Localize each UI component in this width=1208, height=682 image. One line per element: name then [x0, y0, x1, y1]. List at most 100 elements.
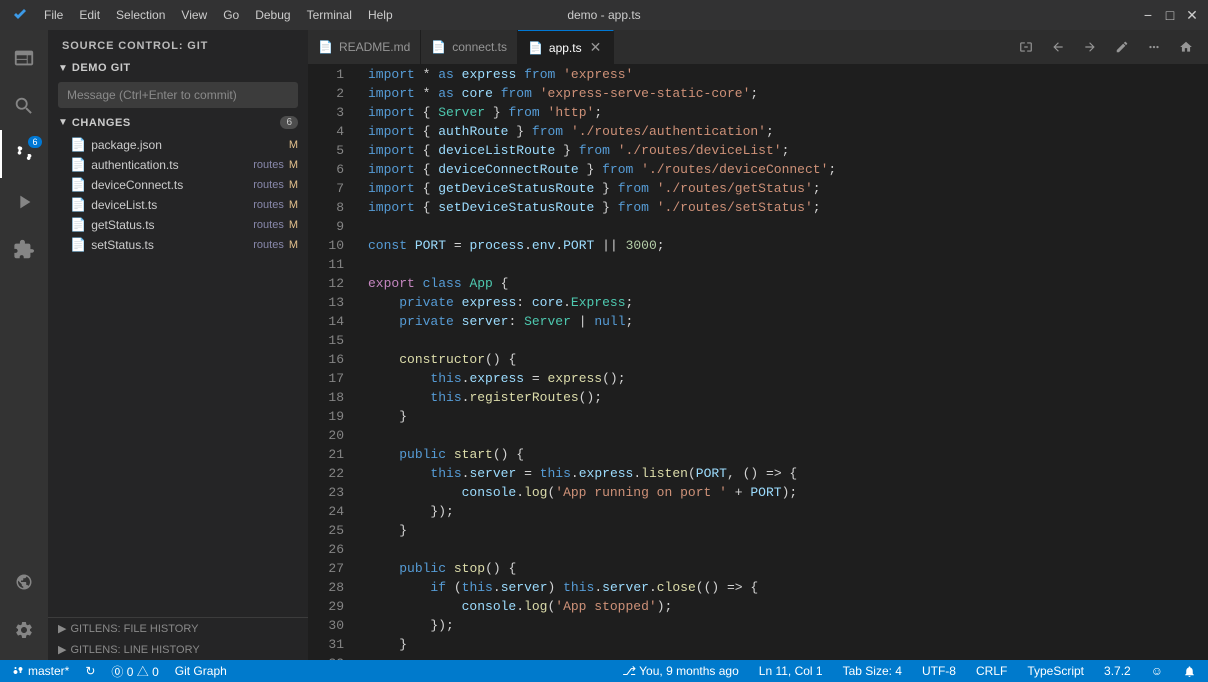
git-info-item[interactable]: ⎇ You, 9 months ago — [618, 660, 743, 682]
status-left: master* ↻ ⓪ 0 △ 0 Git Graph — [8, 660, 231, 682]
encoding-item[interactable]: UTF-8 — [918, 660, 960, 682]
git-branch-item[interactable]: master* — [8, 660, 73, 682]
maximize-button[interactable]: □ — [1164, 9, 1176, 21]
language-version-item[interactable]: 3.7.2 — [1100, 660, 1135, 682]
git-graph-item[interactable]: Git Graph — [171, 660, 231, 682]
open-changes-button[interactable] — [1108, 33, 1136, 61]
go-forward-button[interactable] — [1076, 33, 1104, 61]
gitlens-file-label: GITLENS: FILE HISTORY — [70, 623, 198, 635]
gitlens-line-label: GITLENS: LINE HISTORY — [70, 644, 199, 656]
tab-readme-md[interactable]: 📄 README.md — [308, 30, 421, 65]
line-ending-text: CRLF — [976, 664, 1007, 678]
tab-app-label: app.ts — [549, 41, 582, 55]
language-version: 3.7.2 — [1104, 664, 1131, 678]
menu-view[interactable]: View — [175, 6, 213, 24]
tab-connect-ts[interactable]: 📄 connect.ts — [421, 30, 518, 65]
explorer-icon[interactable] — [0, 34, 48, 82]
code-editor[interactable]: 12345 678910 1112131415 1617181920 21222… — [308, 65, 1208, 660]
go-back-button[interactable] — [1044, 33, 1072, 61]
gitlens-line-chevron: ▶ — [58, 643, 66, 656]
tab-size-item[interactable]: Tab Size: 4 — [839, 660, 906, 682]
changes-section-header[interactable]: ▼ CHANGES 6 — [48, 112, 308, 133]
source-control-icon[interactable]: 6 — [0, 130, 48, 178]
file-item-authentication-ts[interactable]: 📄 authentication.ts routes M — [48, 155, 308, 175]
demo-git-chevron: ▼ — [58, 63, 68, 74]
tab-app-ts[interactable]: 📄 app.ts ✕ — [518, 30, 614, 65]
demo-git-section[interactable]: ▼ DEMO GIT — [48, 58, 308, 78]
remote-icon[interactable] — [0, 558, 48, 606]
file-modified: M — [289, 179, 298, 191]
tab-app-icon: 📄 — [528, 41, 543, 55]
line-ending-item[interactable]: CRLF — [972, 660, 1011, 682]
close-button[interactable]: ✕ — [1186, 9, 1198, 21]
file-item-device-list-ts[interactable]: 📄 deviceList.ts routes M — [48, 195, 308, 215]
search-icon[interactable] — [0, 82, 48, 130]
tab-app-close[interactable]: ✕ — [588, 38, 604, 57]
line-numbers: 12345 678910 1112131415 1617181920 21222… — [308, 65, 354, 660]
file-detail: routes — [253, 219, 284, 231]
file-name: deviceConnect.ts — [91, 178, 248, 192]
notifications-item[interactable]: ⓪ 0 △ 0 — [107, 660, 162, 682]
vscode-logo — [10, 5, 30, 25]
tab-size-text: Tab Size: 4 — [843, 664, 902, 678]
sidebar-footer: ▶ GITLENS: FILE HISTORY ▶ GITLENS: LINE … — [48, 617, 308, 660]
menu-debug[interactable]: Debug — [249, 6, 296, 24]
cursor-position: Ln 11, Col 1 — [759, 664, 823, 678]
extensions-icon[interactable] — [0, 226, 48, 274]
sidebar-header: SOURCE CONTROL: GIT — [48, 30, 308, 58]
source-control-badge: 6 — [28, 136, 42, 148]
file-name: package.json — [91, 138, 284, 152]
file-modified: M — [289, 159, 298, 171]
split-editor-button[interactable] — [1012, 33, 1040, 61]
file-item-device-connect-ts[interactable]: 📄 deviceConnect.ts routes M — [48, 175, 308, 195]
file-name: setStatus.ts — [91, 238, 248, 252]
menu-edit[interactable]: Edit — [73, 6, 106, 24]
tab-actions — [1012, 33, 1208, 61]
branch-name: master* — [28, 664, 69, 678]
settings-icon[interactable] — [0, 606, 48, 654]
git-graph-label: Git Graph — [175, 664, 227, 678]
title-bar-menu: File Edit Selection View Go Debug Termin… — [38, 6, 399, 24]
status-bar: master* ↻ ⓪ 0 △ 0 Git Graph ⎇ You, 9 mon… — [0, 660, 1208, 682]
file-detail: routes — [253, 239, 284, 251]
code-content: import * as express from 'express' impor… — [354, 65, 1208, 660]
commit-message-input[interactable] — [58, 82, 298, 108]
menu-terminal[interactable]: Terminal — [301, 6, 358, 24]
changes-count: 6 — [280, 116, 298, 129]
feedback-icon[interactable]: ☺ — [1147, 660, 1167, 682]
more-actions-button[interactable] — [1140, 33, 1168, 61]
git-info-text: ⎇ You, 9 months ago — [622, 664, 739, 678]
bell-icon[interactable] — [1179, 660, 1200, 682]
file-name: deviceList.ts — [91, 198, 248, 212]
file-modified: M — [289, 219, 298, 231]
file-item-get-status-ts[interactable]: 📄 getStatus.ts routes M — [48, 215, 308, 235]
file-item-package-json[interactable]: 📄 package.json M — [48, 135, 308, 155]
menu-selection[interactable]: Selection — [110, 6, 171, 24]
file-item-set-status-ts[interactable]: 📄 setStatus.ts routes M — [48, 235, 308, 255]
file-modified: M — [289, 139, 298, 151]
activity-bar: 6 — [0, 30, 48, 660]
minimize-button[interactable]: − — [1142, 9, 1154, 21]
menu-help[interactable]: Help — [362, 6, 399, 24]
file-name: authentication.ts — [91, 158, 248, 172]
file-icon: 📄 — [70, 177, 86, 193]
debug-icon[interactable] — [0, 178, 48, 226]
sync-arrows: ↻ — [85, 664, 95, 678]
file-detail: routes — [253, 199, 284, 211]
gitlens-file-history[interactable]: ▶ GITLENS: FILE HISTORY — [48, 618, 308, 639]
tab-bar: 📄 README.md 📄 connect.ts 📄 app.ts ✕ — [308, 30, 1208, 65]
cursor-position-item[interactable]: Ln 11, Col 1 — [755, 660, 827, 682]
file-icon: 📄 — [70, 137, 86, 153]
title-bar-left: File Edit Selection View Go Debug Termin… — [10, 5, 399, 25]
menu-go[interactable]: Go — [217, 6, 245, 24]
tab-readme-label: README.md — [339, 40, 410, 54]
language-mode-item[interactable]: TypeScript — [1023, 660, 1088, 682]
gitlens-file-chevron: ▶ — [58, 622, 66, 635]
gitlens-line-history[interactable]: ▶ GITLENS: LINE HISTORY — [48, 639, 308, 660]
tab-connect-icon: 📄 — [431, 40, 446, 54]
menu-file[interactable]: File — [38, 6, 69, 24]
changes-file-list: 📄 package.json M 📄 authentication.ts rou… — [48, 133, 308, 257]
sync-icon[interactable]: ↻ — [81, 660, 99, 682]
tab-connect-label: connect.ts — [452, 40, 507, 54]
toggle-layout-button[interactable] — [1172, 33, 1200, 61]
